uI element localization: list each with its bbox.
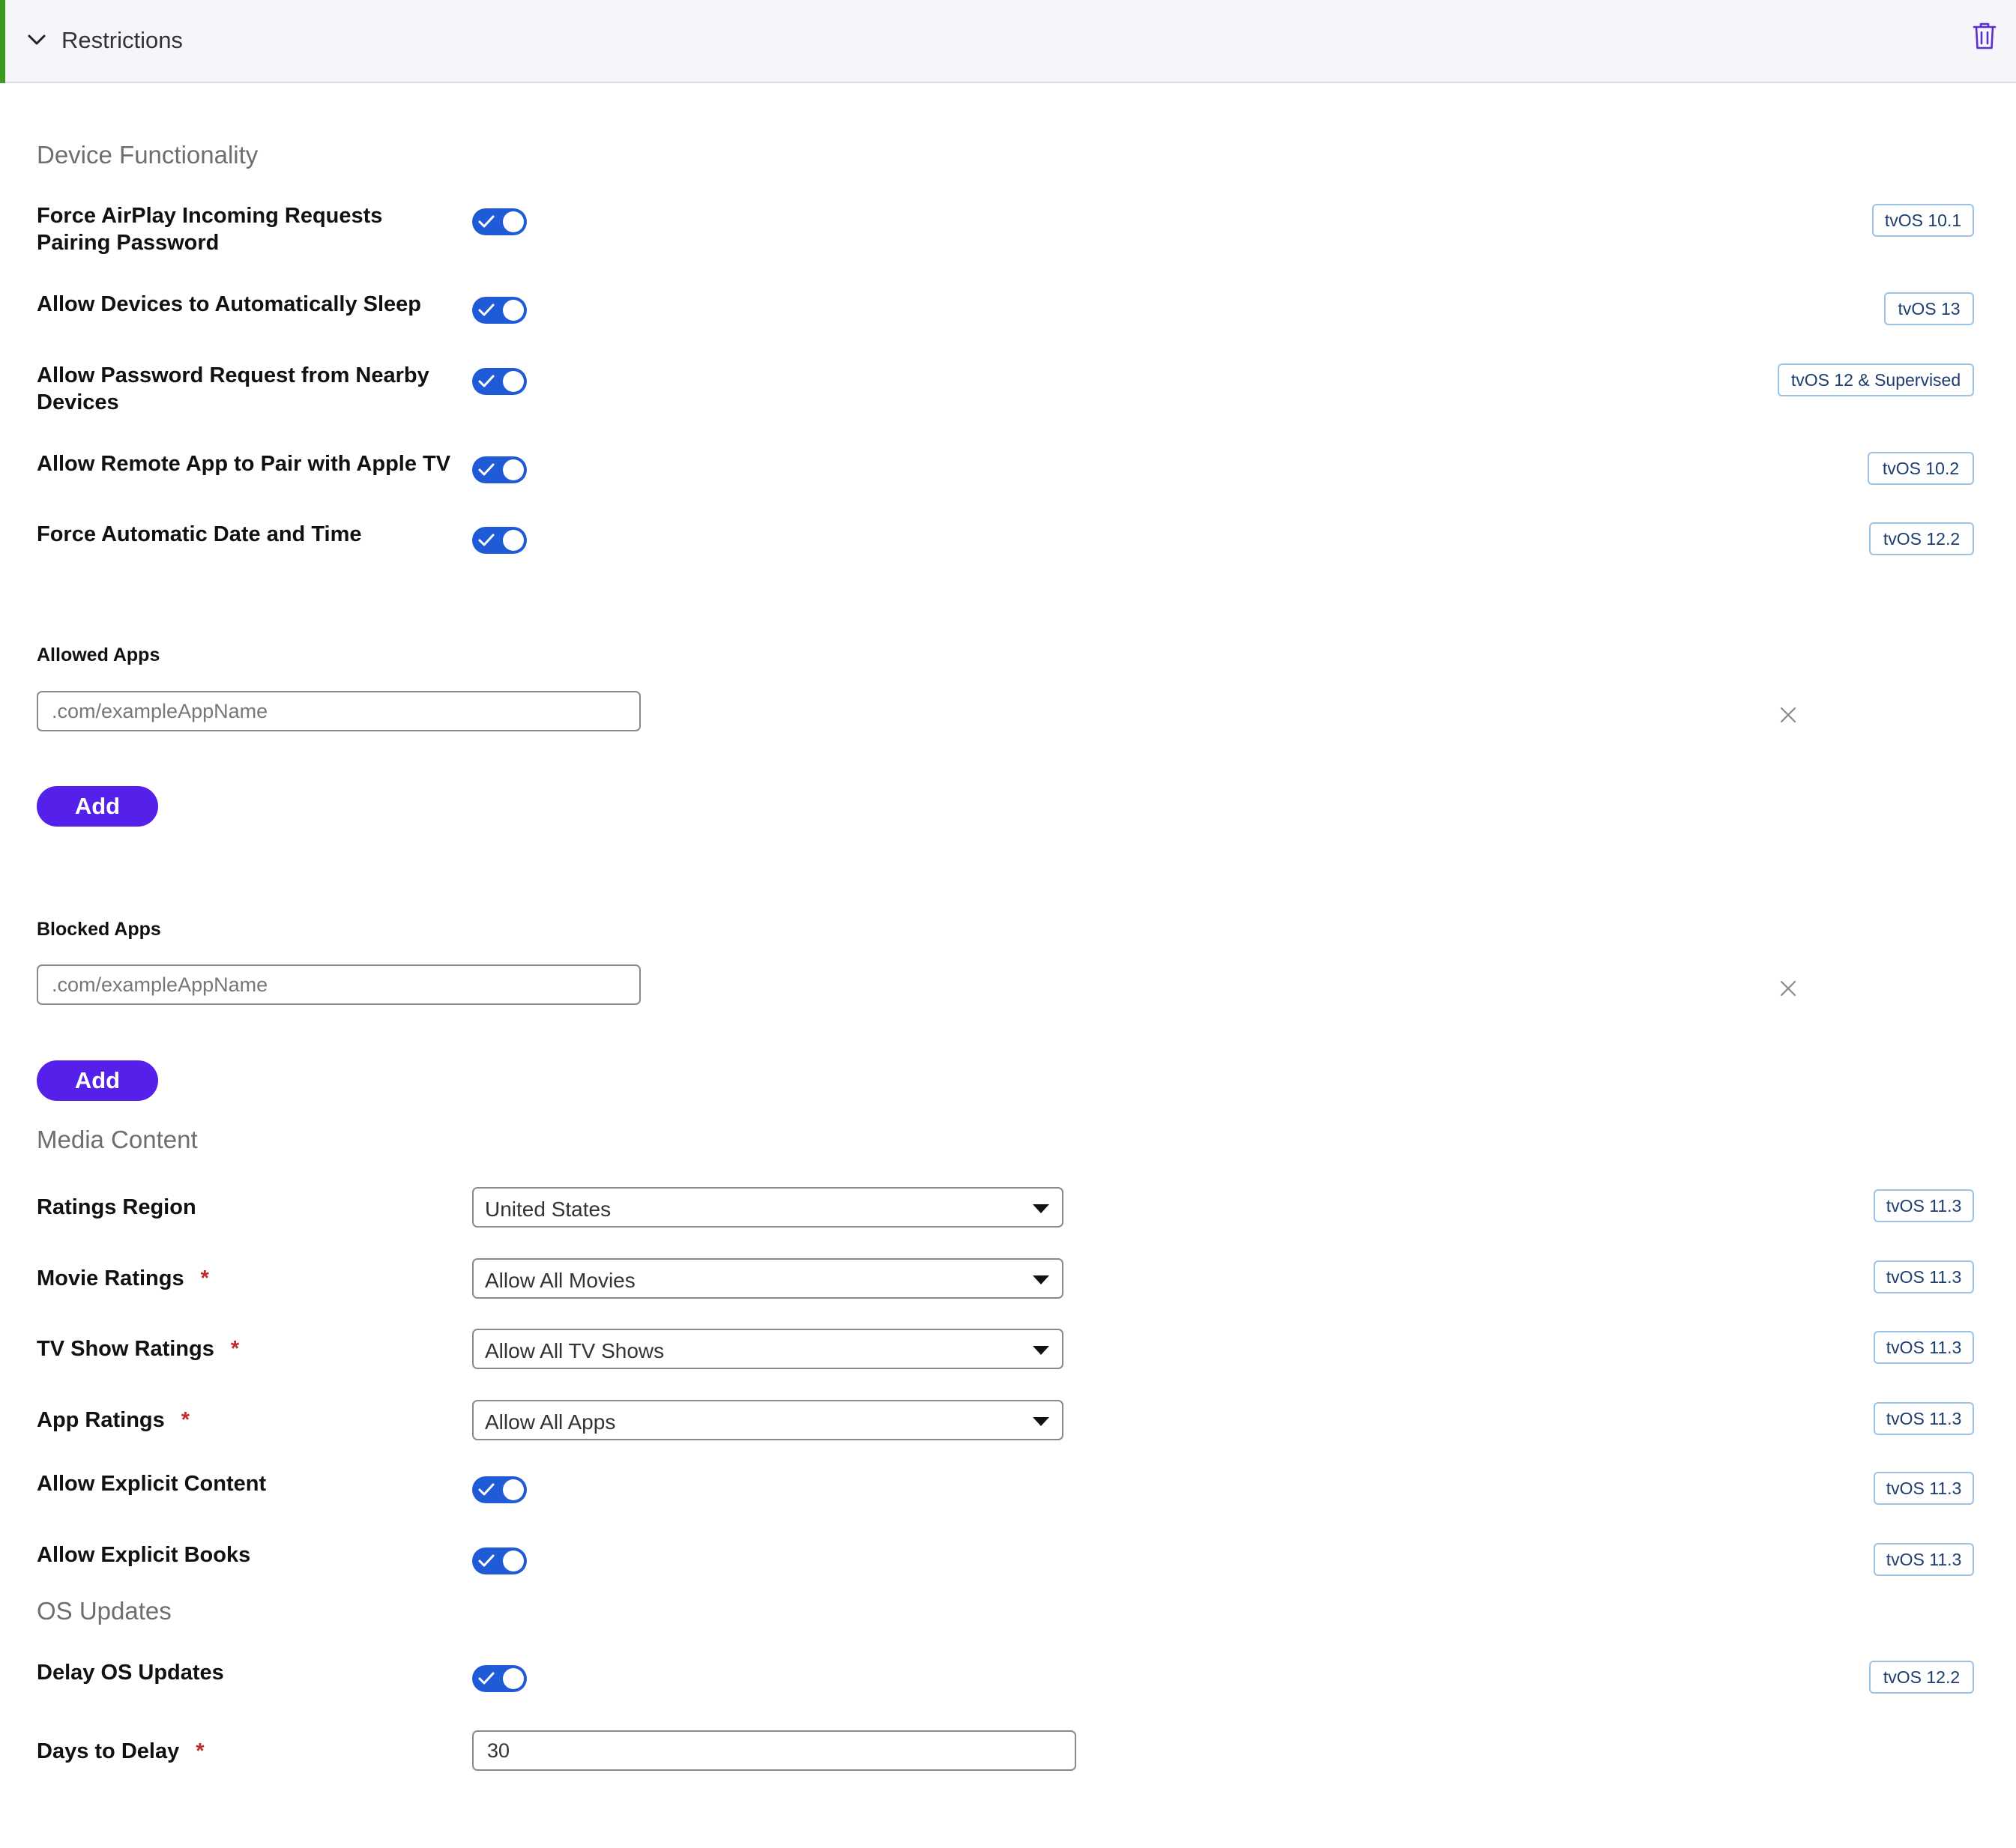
allowed-apps-label: Allowed Apps <box>37 644 160 665</box>
badge-tvos-10-1: tvOS 10.1 <box>1872 204 1974 237</box>
movie-ratings-select[interactable]: Allow All Movies <box>472 1258 1063 1299</box>
check-icon <box>478 1672 495 1685</box>
badge-tvos-11-3: tvOS 11.3 <box>1874 1331 1974 1364</box>
badge-tvos-12-2: tvOS 12.2 <box>1869 1661 1974 1694</box>
blocked-apps-label: Blocked Apps <box>37 919 161 940</box>
check-icon <box>478 1483 495 1496</box>
movie-ratings-value: Allow All Movies <box>485 1269 636 1292</box>
toggle-auto-sleep[interactable] <box>472 297 527 324</box>
add-allowed-app-button[interactable]: Add <box>37 786 158 827</box>
toggle-knob <box>503 530 524 551</box>
page-title: Restrictions <box>61 27 183 53</box>
toggle-remote-app-pair[interactable] <box>472 456 527 483</box>
restrictions-header[interactable]: Restrictions <box>0 0 2016 83</box>
section-title-device-functionality: Device Functionality <box>37 141 259 169</box>
trash-icon[interactable] <box>1971 21 1998 51</box>
label-ratings-region: Ratings Region <box>37 1195 196 1219</box>
label-app-ratings: App Ratings * <box>37 1408 190 1432</box>
required-asterisk: * <box>200 1266 209 1290</box>
days-to-delay-input[interactable] <box>472 1730 1076 1771</box>
toggle-knob <box>503 1550 524 1571</box>
badge-tvos-11-3: tvOS 11.3 <box>1874 1189 1974 1222</box>
check-icon <box>478 375 495 387</box>
label-movie-ratings: Movie Ratings * <box>37 1266 209 1290</box>
toggle-knob <box>503 459 524 480</box>
label-auto-sleep: Allow Devices to Automatically Sleep <box>37 292 422 316</box>
app-ratings-value: Allow All Apps <box>485 1410 616 1434</box>
label-delay-os-updates: Delay OS Updates <box>37 1661 224 1685</box>
toggle-auto-date-time[interactable] <box>472 527 527 554</box>
badge-tvos-11-3: tvOS 11.3 <box>1874 1472 1974 1505</box>
required-asterisk: * <box>196 1739 205 1763</box>
check-icon <box>478 304 495 316</box>
header-accent-bar <box>0 0 5 83</box>
allowed-app-input[interactable] <box>37 691 641 731</box>
badge-tvos-11-3: tvOS 11.3 <box>1874 1402 1974 1435</box>
caret-down-icon <box>1033 1346 1049 1355</box>
ratings-region-value: United States <box>485 1198 612 1221</box>
toggle-knob <box>503 1668 524 1689</box>
toggle-explicit-books[interactable] <box>472 1547 527 1574</box>
toggle-explicit-content[interactable] <box>472 1476 527 1503</box>
tv-show-ratings-select[interactable]: Allow All TV Shows <box>472 1329 1063 1369</box>
check-icon <box>478 463 495 476</box>
check-icon <box>478 215 495 228</box>
badge-tvos-10-2: tvOS 10.2 <box>1868 452 1974 485</box>
app-ratings-select[interactable]: Allow All Apps <box>472 1400 1063 1440</box>
section-title-os-updates: OS Updates <box>37 1597 172 1625</box>
badge-tvos-11-3: tvOS 11.3 <box>1874 1543 1974 1576</box>
check-icon <box>478 534 495 546</box>
label-explicit-books: Allow Explicit Books <box>37 1543 251 1567</box>
badge-tvos-13: tvOS 13 <box>1884 292 1974 325</box>
toggle-knob <box>503 211 524 232</box>
close-icon[interactable] <box>1779 706 1797 724</box>
label-auto-date-time: Force Automatic Date and Time <box>37 522 362 546</box>
blocked-app-input[interactable] <box>37 964 641 1005</box>
toggle-knob <box>503 1479 524 1500</box>
add-blocked-app-button[interactable]: Add <box>37 1060 158 1101</box>
required-asterisk: * <box>181 1408 190 1432</box>
badge-tvos-12-2: tvOS 12.2 <box>1869 522 1974 555</box>
label-password-request-nearby: Allow Password Request from Nearby Devic… <box>37 363 429 414</box>
section-title-media-content: Media Content <box>37 1126 198 1153</box>
label-remote-app-pair: Allow Remote App to Pair with Apple TV <box>37 452 451 476</box>
toggle-knob <box>503 300 524 321</box>
caret-down-icon <box>1033 1204 1049 1213</box>
required-asterisk: * <box>230 1337 240 1361</box>
toggle-delay-os-updates[interactable] <box>472 1665 527 1692</box>
badge-tvos-12-supervised: tvOS 12 & Supervised <box>1778 363 1974 396</box>
toggle-force-airplay-pairing[interactable] <box>472 208 527 235</box>
toggle-password-request-nearby[interactable] <box>472 368 527 395</box>
badge-tvos-11-3: tvOS 11.3 <box>1874 1260 1974 1293</box>
check-icon <box>478 1554 495 1567</box>
toggle-knob <box>503 371 524 392</box>
tv-show-ratings-value: Allow All TV Shows <box>485 1339 665 1362</box>
ratings-region-select[interactable]: United States <box>472 1187 1063 1228</box>
label-force-airplay-pairing: Force AirPlay Incoming Requests Pairing … <box>37 204 383 255</box>
caret-down-icon <box>1033 1275 1049 1284</box>
label-days-to-delay: Days to Delay * <box>37 1739 205 1763</box>
close-icon[interactable] <box>1779 979 1797 997</box>
caret-down-icon <box>1033 1417 1049 1426</box>
label-tv-show-ratings: TV Show Ratings * <box>37 1337 240 1361</box>
label-explicit-content: Allow Explicit Content <box>37 1472 267 1496</box>
chevron-down-icon[interactable] <box>25 28 48 51</box>
